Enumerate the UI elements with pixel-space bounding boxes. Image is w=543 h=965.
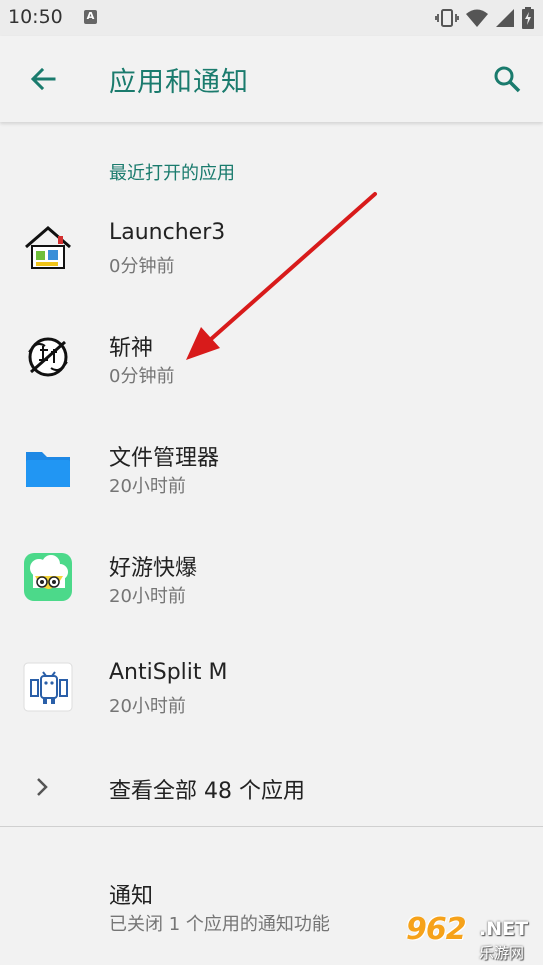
watermark-net: .NET	[479, 918, 529, 940]
arrow-back-icon[interactable]	[28, 64, 58, 94]
signal-icon	[495, 8, 515, 28]
view-all-apps-row[interactable]: 查看全部 48 个应用	[0, 757, 543, 817]
view-all-apps-label: 查看全部 48 个应用	[109, 779, 305, 804]
folder-icon	[23, 442, 73, 492]
app-item-launcher3[interactable]: Launcher3 0分钟前	[0, 190, 543, 294]
app-last-used: 0分钟前	[109, 366, 175, 387]
notifications-summary: 已关闭 1 个应用的通知功能	[109, 914, 330, 935]
app-item-file-manager[interactable]: 文件管理器 20小时前	[0, 410, 543, 514]
recent-apps-header: 最近打开的应用	[109, 163, 235, 184]
app-item-zhanshen[interactable]: 斩神 0分钟前	[0, 300, 543, 404]
antisplit-icon	[23, 662, 73, 712]
app-last-used: 0分钟前	[109, 256, 175, 277]
zhanshen-icon	[23, 332, 73, 382]
watermark-number: 962	[406, 912, 467, 947]
notification-badge-icon: A	[84, 10, 97, 24]
app-name: 文件管理器	[109, 446, 220, 471]
wifi-icon	[465, 8, 489, 28]
app-item-haoyoukuaibao[interactable]: 好游快爆 20小时前	[0, 520, 543, 624]
watermark-logo: 962 .NET 乐游网	[402, 912, 543, 965]
section-divider	[0, 826, 543, 827]
vibrate-icon	[435, 8, 459, 28]
launcher3-icon	[23, 222, 73, 272]
watermark-site-name: 乐游网	[479, 944, 525, 962]
app-last-used: 20小时前	[109, 586, 186, 607]
app-bar: 应用和通知	[0, 36, 543, 122]
page-title: 应用和通知	[109, 67, 249, 98]
search-icon[interactable]	[492, 64, 522, 94]
app-last-used: 20小时前	[109, 476, 186, 497]
status-bar: 10:50 A	[0, 0, 543, 36]
chevron-right-icon	[32, 775, 52, 799]
app-name: 斩神	[109, 336, 154, 361]
battery-icon	[521, 7, 535, 29]
app-name: Launcher3	[109, 220, 226, 245]
app-item-antisplit-m[interactable]: AntiSplit M 20小时前	[0, 630, 543, 734]
status-time: 10:50	[8, 6, 63, 28]
haoyoukuaibao-icon	[23, 552, 73, 602]
app-name: AntiSplit M	[109, 660, 228, 685]
notifications-label: 通知	[109, 884, 154, 909]
app-name: 好游快爆	[109, 556, 198, 581]
app-last-used: 20小时前	[109, 696, 186, 717]
